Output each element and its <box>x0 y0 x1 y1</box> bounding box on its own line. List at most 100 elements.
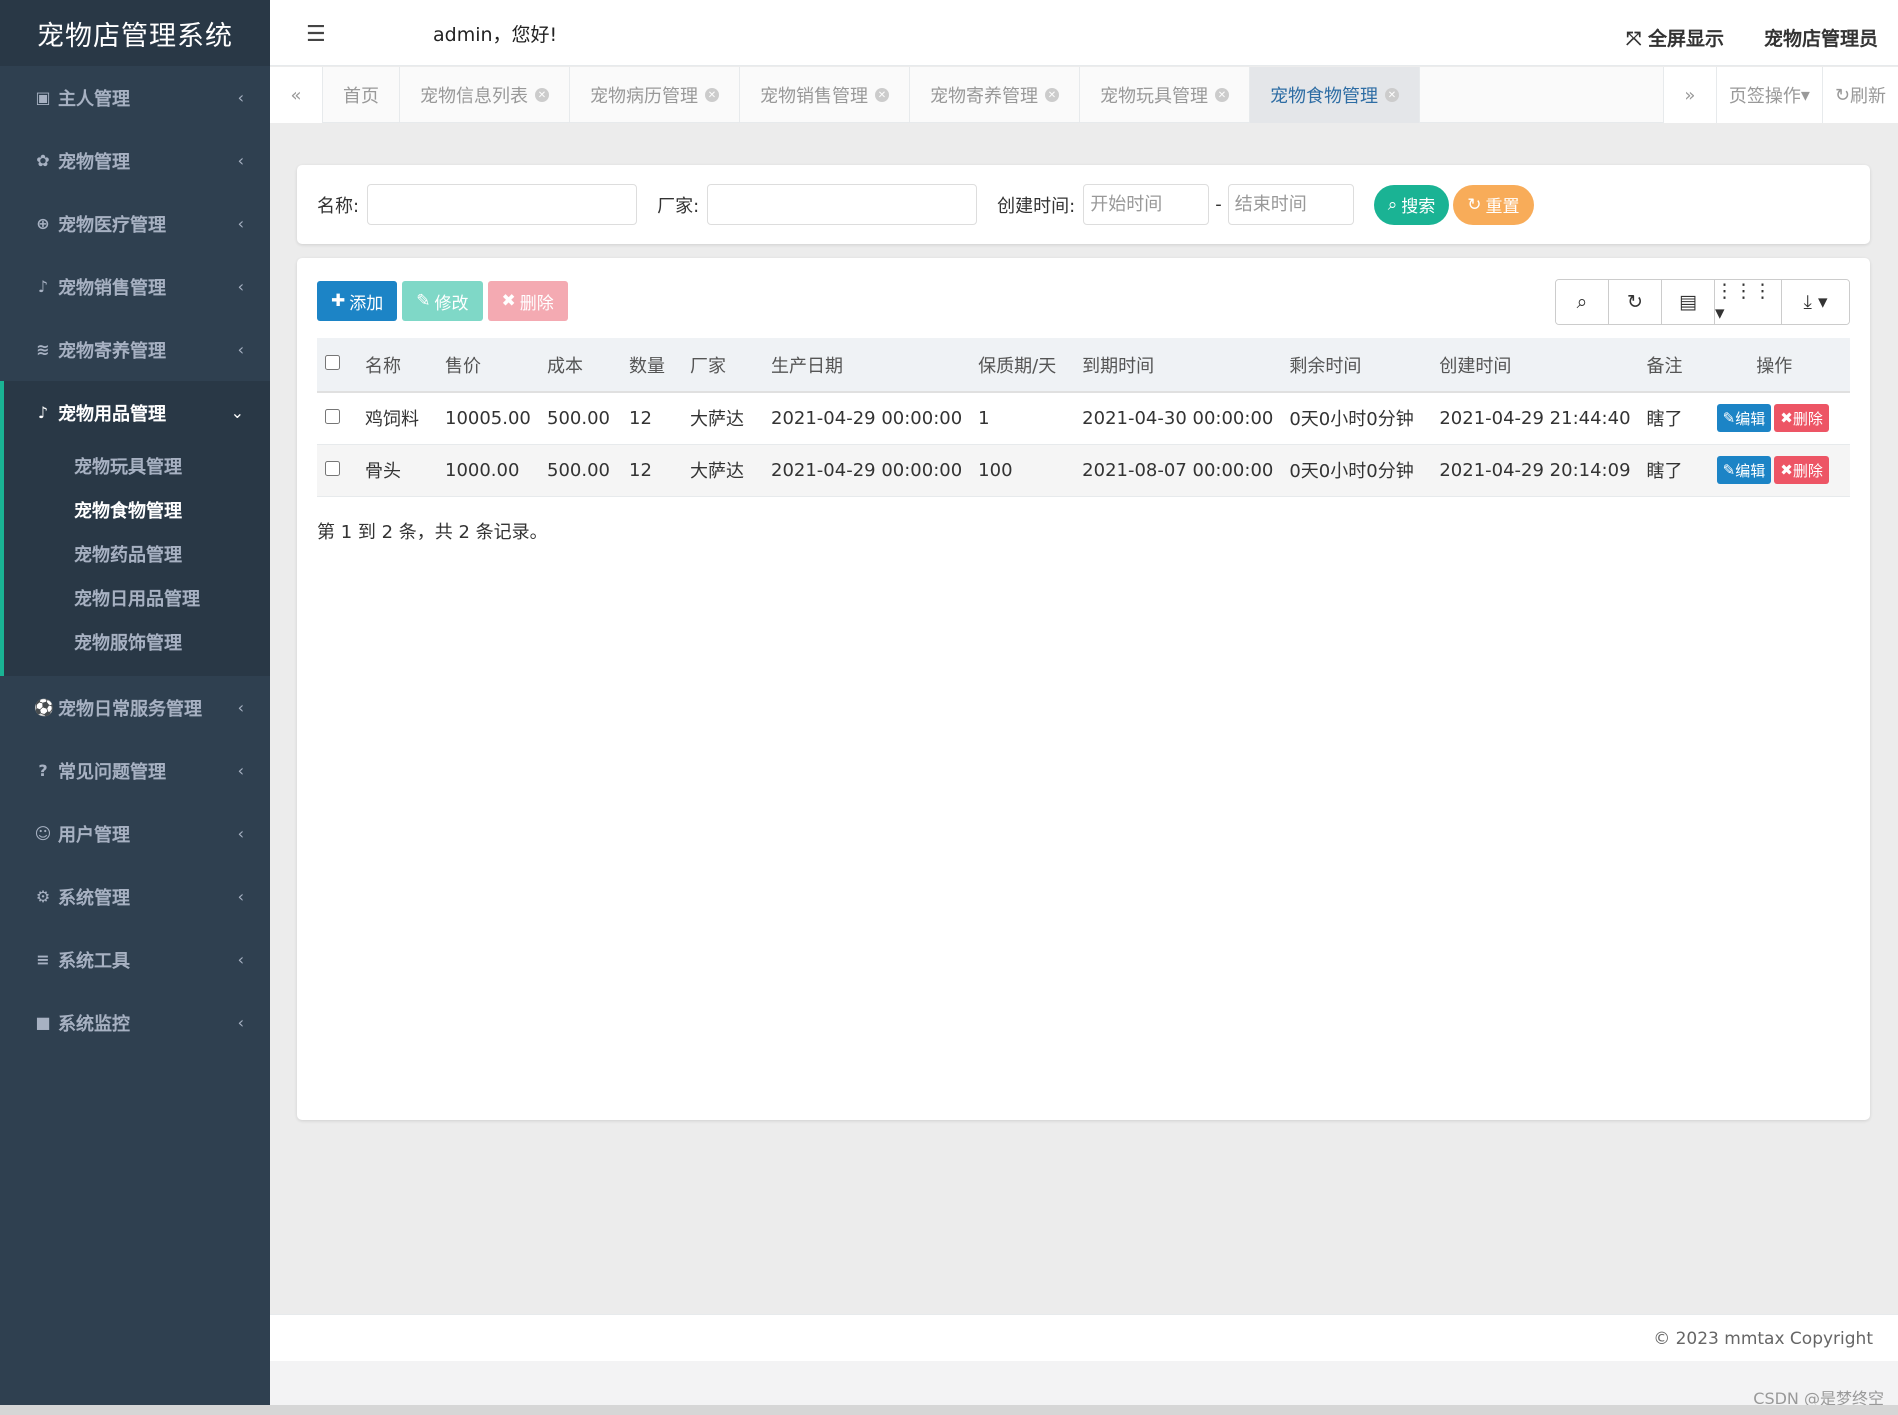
sidebar-item-boarding[interactable]: ≋ 宠物寄养管理 ‹ <box>0 318 270 381</box>
card-view-icon[interactable]: ▤ <box>1662 280 1715 324</box>
table-row[interactable]: 骨头 1000.00 500.00 12 大萨达 2021-04-29 00:0… <box>317 444 1850 497</box>
row-checkbox[interactable] <box>325 408 340 424</box>
sidebar-item-owner[interactable]: ▣ 主人管理 ‹ <box>0 66 270 129</box>
submenu-item-daily-goods[interactable]: 宠物日用品管理 <box>4 576 270 620</box>
add-button[interactable]: ✚ 添加 <box>317 281 398 321</box>
sidebar-item-medical[interactable]: ⊕ 宠物医疗管理 ‹ <box>0 192 270 255</box>
name-input[interactable] <box>367 184 638 225</box>
submenu-item-medicine[interactable]: 宠物药品管理 <box>4 532 270 576</box>
name-label: 名称: <box>317 195 360 217</box>
sidebar-item-system[interactable]: ⚙ 系统管理 ‹ <box>0 865 270 928</box>
tab-home[interactable]: 首页 <box>323 67 400 123</box>
column-header[interactable]: 创建时间 <box>1431 338 1639 393</box>
plus-circle-icon: ⊕ <box>36 214 50 233</box>
sidebar-item-pet[interactable]: ✿ 宠物管理 ‹ <box>0 129 270 192</box>
select-all-checkbox[interactable] <box>325 355 340 370</box>
sidebar-item-label: 宠物医疗管理 <box>58 214 166 236</box>
refresh-icon: ↻ <box>1467 194 1482 215</box>
cell-actions: ✎ 编辑 ✖ 删除 <box>1698 392 1850 445</box>
search-toggle-icon[interactable]: ⌕ <box>1556 280 1609 324</box>
tab-food[interactable]: 宠物食物管理 ✕ <box>1250 67 1420 123</box>
column-header[interactable]: 备注 <box>1638 338 1699 393</box>
column-header: 操作 <box>1698 338 1850 393</box>
sidebar-item-faq[interactable]: ? 常见问题管理 ‹ <box>0 739 270 802</box>
edit-icon: ✎ <box>1722 461 1736 479</box>
tab-label: 宠物信息列表 <box>420 86 528 107</box>
search-button-label: 搜索 <box>1401 197 1436 217</box>
tab-pet-list[interactable]: 宠物信息列表 ✕ <box>400 67 570 123</box>
delete-button[interactable]: ✖ 删除 <box>487 281 568 321</box>
row-checkbox[interactable] <box>325 460 340 476</box>
row-delete-button[interactable]: ✖ 删除 <box>1774 456 1829 484</box>
column-header[interactable]: 成本 <box>539 338 621 393</box>
cell-remaining-time: 0天0小时0分钟 <box>1281 392 1432 445</box>
columns-icon[interactable]: ⋮⋮⋮ ▾ <box>1715 280 1782 324</box>
page-ops-dropdown[interactable]: 页签操作 ▾ <box>1715 67 1822 123</box>
refresh-button[interactable]: ↻ 刷新 <box>1821 67 1898 123</box>
maker-input[interactable] <box>707 184 978 225</box>
column-header[interactable]: 剩余时间 <box>1281 338 1432 393</box>
user-circle-icon: ☺ <box>34 824 52 843</box>
sidebar-item-sales[interactable]: ♪ 宠物销售管理 ‹ <box>0 255 270 318</box>
cell-maker: 大萨达 <box>682 392 763 445</box>
edit-button[interactable]: ✎ 修改 <box>402 281 483 321</box>
tab-sales[interactable]: 宠物销售管理 ✕ <box>740 67 910 123</box>
sidebar-item-label: 常见问题管理 <box>58 761 166 783</box>
submenu-item-food[interactable]: 宠物食物管理 <box>4 488 270 532</box>
sidebar-group-boarding: ≋ 宠物寄养管理 ‹ <box>0 318 270 381</box>
close-icon[interactable]: ✕ <box>705 88 719 102</box>
close-icon[interactable]: ✕ <box>535 88 549 102</box>
sidebar-group-users: ☺ 用户管理 ‹ <box>0 802 270 865</box>
table-row[interactable]: 鸡饲料 10005.00 500.00 12 大萨达 2021-04-29 00… <box>317 392 1850 445</box>
export-icon[interactable]: ⤓ ▾ <box>1782 280 1849 324</box>
gear-icon: ⚙ <box>35 887 51 906</box>
column-header[interactable]: 保质期/天 <box>970 338 1075 393</box>
cell-quantity: 12 <box>621 392 682 445</box>
cell-quantity: 12 <box>621 444 682 497</box>
close-icon[interactable]: ✕ <box>1215 88 1229 102</box>
cell-price: 1000.00 <box>437 444 539 497</box>
cell-expiry-time: 2021-04-30 00:00:00 <box>1074 392 1282 445</box>
delete-label: 删除 <box>519 293 554 314</box>
sidebar-item-tools[interactable]: ≡ 系统工具 ‹ <box>0 928 270 991</box>
menu-toggle-icon[interactable]: ☰ <box>306 22 326 47</box>
row-delete-button[interactable]: ✖ 删除 <box>1774 404 1829 433</box>
end-time-input[interactable] <box>1227 184 1354 225</box>
column-header[interactable]: 生产日期 <box>763 338 971 393</box>
row-edit-button[interactable]: ✎ 编辑 <box>1716 456 1772 484</box>
fullscreen-button[interactable]: ⤧ 全屏显示 <box>1626 24 1724 51</box>
sidebar-item-supplies[interactable]: ♪ 宠物用品管理 ⌄ <box>4 381 270 444</box>
user-role-menu[interactable]: 宠物店管理员 <box>1764 24 1878 51</box>
column-header[interactable]: 到期时间 <box>1074 338 1282 393</box>
tab-label: 宠物病历管理 <box>590 86 698 107</box>
sidebar-item-daily-service[interactable]: ⚽ 宠物日常服务管理 ‹ <box>0 676 270 739</box>
created-label: 创建时间: <box>997 195 1076 217</box>
tabs-scroll-right-icon[interactable]: » <box>1662 67 1716 123</box>
paw-icon: ✿ <box>36 151 50 170</box>
sidebar-item-users[interactable]: ☺ 用户管理 ‹ <box>0 802 270 865</box>
tabs-scroll-left-icon[interactable]: « <box>270 67 323 123</box>
tab-toys[interactable]: 宠物玩具管理 ✕ <box>1080 67 1250 123</box>
close-icon[interactable]: ✕ <box>875 88 889 102</box>
video-camera-icon: ■ <box>35 1013 51 1032</box>
column-header[interactable]: 厂家 <box>682 338 763 393</box>
sidebar: 宠物店管理系统 ▣ 主人管理 ‹ ✿ 宠物管理 ‹ ⊕ 宠物医疗管理 ‹ ♪ 宠… <box>0 0 270 1405</box>
row-edit-button[interactable]: ✎ 编辑 <box>1716 404 1772 433</box>
tab-medical-records[interactable]: 宠物病历管理 ✕ <box>570 67 740 123</box>
bottom-strip <box>270 1361 1898 1405</box>
cell-price: 10005.00 <box>437 392 539 445</box>
close-icon[interactable]: ✕ <box>1385 88 1399 102</box>
submenu-item-toys[interactable]: 宠物玩具管理 <box>4 444 270 488</box>
close-icon[interactable]: ✕ <box>1045 88 1059 102</box>
reset-button[interactable]: ↻ 重置 <box>1453 184 1534 225</box>
column-header[interactable]: 名称 <box>357 338 437 393</box>
submenu-item-clothing[interactable]: 宠物服饰管理 <box>4 620 270 664</box>
tab-boarding[interactable]: 宠物寄养管理 ✕ <box>910 67 1080 123</box>
refresh-icon[interactable]: ↻ <box>1609 280 1662 324</box>
sidebar-item-monitor[interactable]: ■ 系统监控 ‹ <box>0 991 270 1054</box>
start-time-input[interactable] <box>1083 184 1210 225</box>
column-header[interactable]: 数量 <box>621 338 682 393</box>
sidebar-item-label: 宠物用品管理 <box>58 403 166 425</box>
column-header[interactable]: 售价 <box>437 338 539 393</box>
search-button[interactable]: ⌕ 搜索 <box>1373 184 1450 225</box>
